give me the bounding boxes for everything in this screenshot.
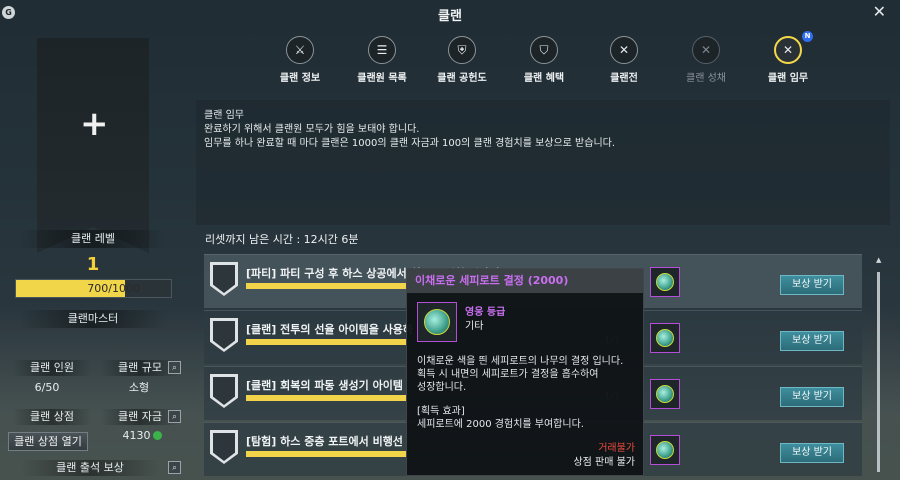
tab-label: 클랜원 목록 — [357, 73, 407, 84]
tab-icon: ⛨ — [448, 36, 476, 64]
members-label: 클랜 인원 — [12, 360, 92, 376]
funds-search-icon[interactable]: ⌕ — [168, 410, 181, 423]
clan-master-label: 클랜마스터 — [20, 310, 166, 328]
tab-6[interactable]: ✕ 클랜 임무 N — [754, 31, 822, 84]
funds-value-wrap: 4130 — [112, 428, 172, 444]
item-tooltip: 이채로운 세피로트 결정 (2000) 영웅 등급 기타 이채로운 색을 띈 세… — [406, 268, 644, 476]
clan-xp-text: 700/1000 — [87, 282, 140, 295]
tab-label: 클랜전 — [610, 73, 638, 84]
sephirot-crystal-icon — [656, 273, 674, 291]
size-search-icon[interactable]: ⌕ — [168, 361, 181, 374]
tooltip-title: 이채로운 세피로트 결정 (2000) — [407, 269, 643, 293]
mission-scrollbar[interactable]: ▲ — [876, 256, 881, 476]
add-emblem-icon[interactable]: + — [80, 104, 109, 144]
scroll-up-icon[interactable]: ▲ — [876, 256, 881, 264]
tooltip-desc-2: 획득 시 내면의 세피로트가 결정을 흡수하여 — [417, 369, 599, 380]
claim-reward-button[interactable]: 보상 받기 — [780, 275, 844, 295]
open-shop-button[interactable]: 클랜 상점 열기 — [8, 432, 88, 451]
tab-2[interactable]: ⛨ 클랜 공헌도 — [428, 36, 496, 84]
mission-reward-slot[interactable] — [650, 323, 680, 353]
scroll-thumb[interactable] — [877, 272, 880, 472]
description-panel: 클랜 임무 완료하기 위해서 클랜원 모두가 힘을 보태야 합니다. 임무를 하… — [196, 100, 890, 225]
tooltip-sell-restriction: 상점 판매 불가 — [573, 457, 635, 468]
mission-shield-icon — [210, 318, 238, 352]
tab-icon: ⚔ — [286, 36, 314, 64]
clan-emblem-banner[interactable] — [37, 38, 149, 253]
sephirot-crystal-icon — [656, 385, 674, 403]
claim-reward-button[interactable]: 보상 받기 — [780, 443, 844, 463]
sephirot-crystal-icon — [424, 309, 450, 335]
reset-timer: 리셋까지 남은 시간 : 12시간 6분 — [205, 233, 359, 246]
description-line-2: 임무를 하나 완료할 때 마다 클랜은 1000의 클랜 자금과 100의 클랜… — [204, 138, 616, 149]
tooltip-effect: 세피로트에 2000 경험치를 부여합니다. — [417, 419, 584, 430]
coin-icon — [152, 431, 162, 440]
funds-value: 4130 — [122, 429, 151, 442]
size-value: 소형 — [128, 381, 150, 394]
tab-label: 클랜 정보 — [279, 73, 321, 84]
tooltip-desc-1: 이채로운 색을 띈 세피로트의 나무의 결정 입니다. — [417, 356, 624, 367]
close-icon[interactable]: ✕ — [873, 2, 886, 21]
new-badge: N — [802, 31, 813, 42]
tab-1[interactable]: ☰ 클랜원 목록 — [348, 36, 416, 84]
tab-icon: ✕ — [774, 36, 802, 64]
mission-title: [클랜] 회복의 파동 생성기 아이템 — [246, 379, 403, 392]
tooltip-trade-restriction: 거래불가 — [598, 443, 635, 454]
tab-label: 클랜 성채 — [686, 73, 726, 84]
description-title: 클랜 임무 — [204, 110, 244, 121]
tab-icon: ✕ — [692, 36, 720, 64]
tab-icon: ⛉ — [530, 36, 558, 64]
shop-label: 클랜 상점 — [12, 409, 92, 425]
tab-label: 클랜 혜택 — [523, 73, 565, 84]
mission-shield-icon — [210, 430, 238, 464]
attendance-label: 클랜 출석 보상 — [20, 460, 160, 476]
clan-level-value: 1 — [86, 254, 100, 275]
mission-progress-fill — [246, 451, 406, 457]
tab-icon: ✕ — [610, 36, 638, 64]
tab-icon: ☰ — [368, 36, 396, 64]
mission-shield-icon — [210, 374, 238, 408]
mission-reward-slot[interactable] — [650, 379, 680, 409]
mission-reward-slot[interactable] — [650, 267, 680, 297]
tooltip-desc-3: 성장합니다. — [417, 382, 467, 393]
mission-shield-icon — [210, 262, 238, 296]
clan-xp-bar: 700/1000 — [15, 279, 172, 298]
tab-0[interactable]: ⚔ 클랜 정보 — [266, 36, 334, 84]
attendance-search-icon[interactable]: ⌕ — [168, 461, 181, 474]
tab-3[interactable]: ⛉ 클랜 혜택 — [510, 36, 578, 84]
tab-4[interactable]: ✕ 클랜전 — [590, 36, 658, 84]
description-line-1: 완료하기 위해서 클랜원 모두가 힘을 보태야 합니다. — [204, 124, 420, 135]
tooltip-type: 기타 — [465, 321, 484, 332]
sephirot-crystal-icon — [656, 441, 674, 459]
claim-reward-button[interactable]: 보상 받기 — [780, 331, 844, 351]
mission-progress-fill — [246, 395, 406, 401]
claim-reward-button[interactable]: 보상 받기 — [780, 387, 844, 407]
window-title: 클랜 — [438, 9, 462, 24]
sephirot-crystal-icon — [656, 329, 674, 347]
mission-title: [탐험] 하스 중층 포트에서 비행선 — [246, 435, 403, 448]
mission-reward-slot[interactable] — [650, 435, 680, 465]
clan-level-label: 클랜 레벨 — [20, 230, 166, 248]
tab-label: 클랜 임무 — [767, 73, 809, 84]
tab-label: 클랜 공헌도 — [437, 73, 487, 84]
mission-progress-fill — [246, 339, 406, 345]
mission-progress-fill — [246, 283, 406, 289]
tooltip-grade: 영웅 등급 — [465, 307, 506, 318]
tab-5[interactable]: ✕ 클랜 성채 — [672, 36, 740, 84]
tooltip-effect-label: [획득 효과] — [417, 406, 465, 417]
tooltip-item-icon — [417, 302, 457, 342]
mission-title: [클랜] 전투의 선율 아이템을 사용하 — [246, 323, 414, 336]
members-value: 6/50 — [34, 381, 60, 394]
